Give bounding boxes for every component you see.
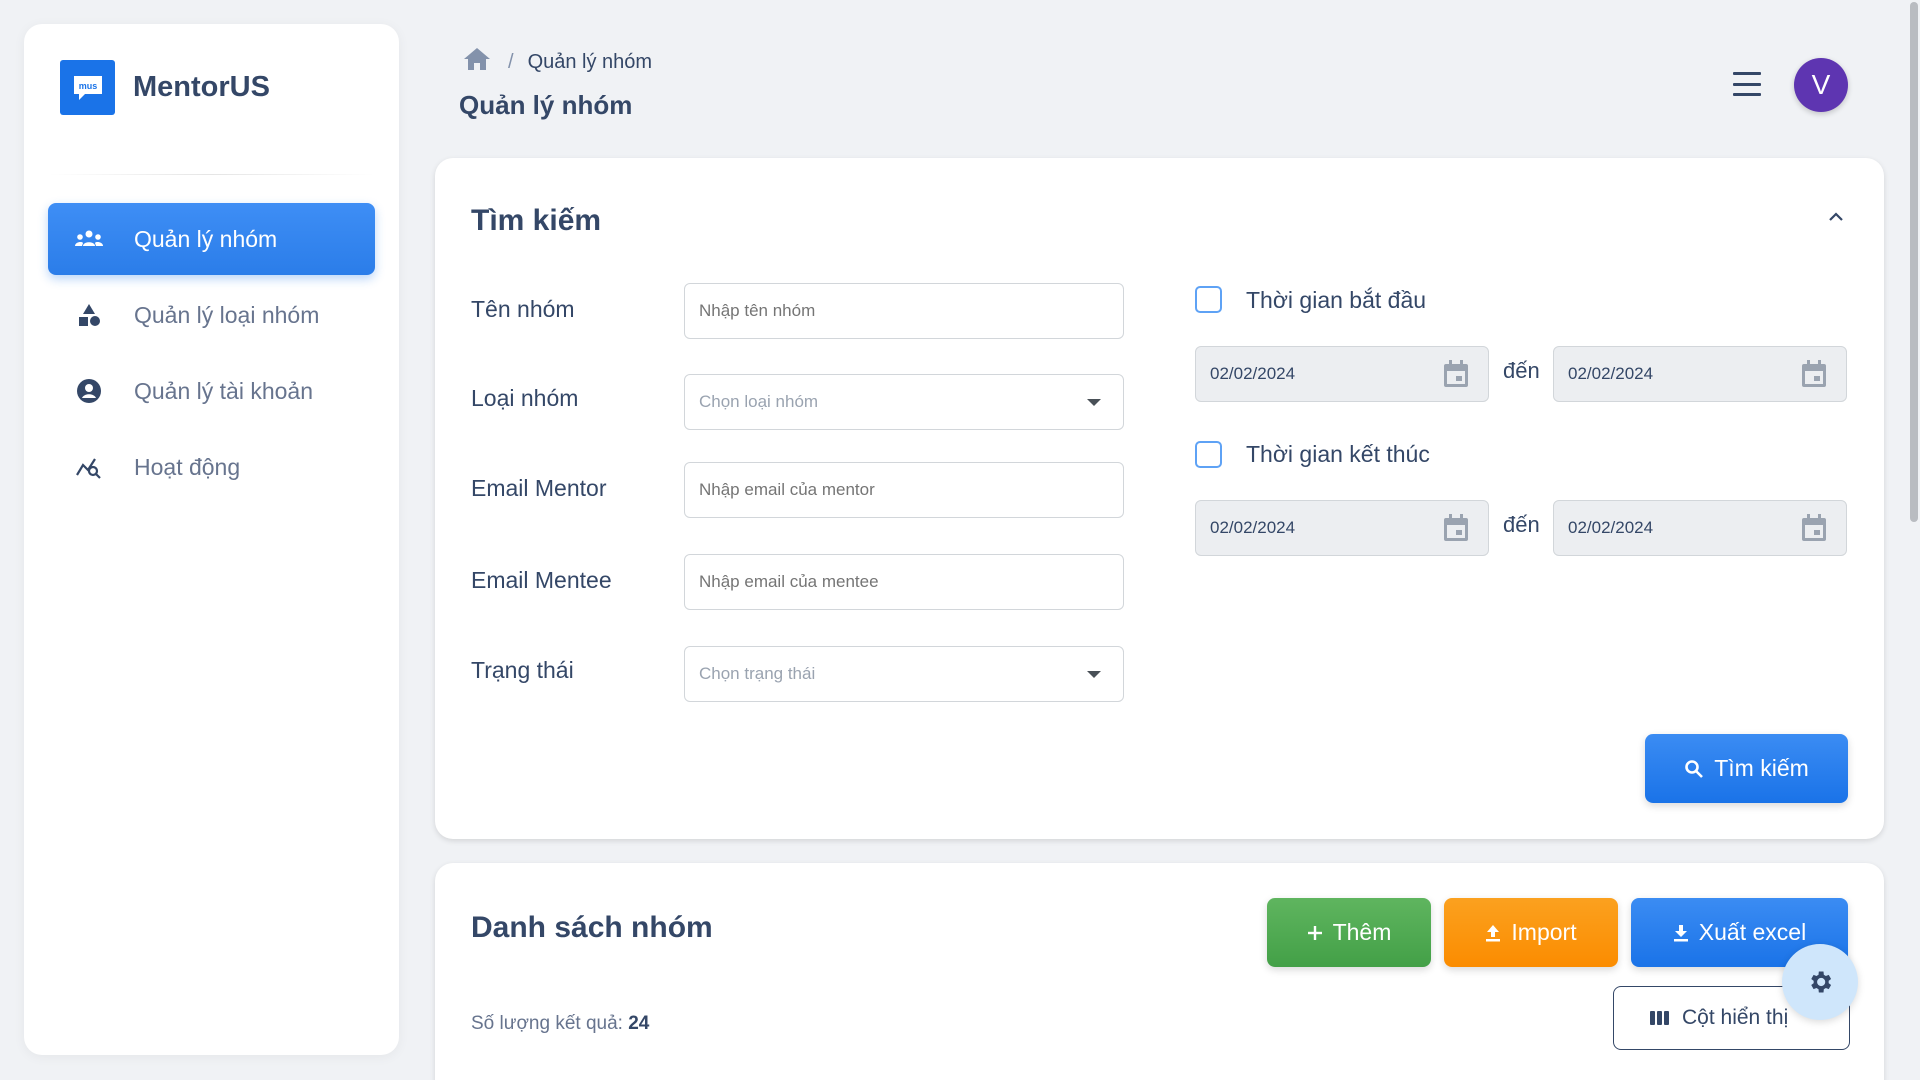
start-time-checkbox[interactable] [1195,286,1222,313]
page-title: Quản lý nhóm [459,90,633,120]
export-excel-button-label: Xuất excel [1698,919,1807,945]
calendar-icon[interactable] [1800,513,1828,548]
calendar-icon[interactable] [1442,513,1470,548]
sidebar: mus MentorUS Quản lý nhóm Quản lý loại n… [24,24,399,1055]
breadcrumb: / Quản lý nhóm [462,46,652,78]
add-button[interactable]: Thêm [1267,898,1431,967]
sidebar-item-group-management[interactable]: Quản lý nhóm [48,203,375,275]
start-time-to-label: đến [1503,358,1540,383]
mentor-email-input[interactable] [684,462,1124,518]
group-type-label: Loại nhóm [471,385,579,411]
gear-icon [1806,968,1834,996]
start-time-label: Thời gian bắt đầu [1246,287,1427,313]
category-icon [72,298,106,332]
date-value: 02/02/2024 [1568,518,1654,537]
sidebar-item-group-type-management[interactable]: Quản lý loại nhóm [48,279,375,351]
sidebar-item-label: Quản lý tài khoản [134,377,314,404]
mentee-email-input[interactable] [684,554,1124,610]
status-label: Trạng thái [471,657,574,683]
end-time-to-label: đến [1503,512,1540,537]
sidebar-nav: Quản lý nhóm Quản lý loại nhóm Quản lý t… [48,203,375,507]
sidebar-item-account-management[interactable]: Quản lý tài khoản [48,355,375,427]
sidebar-item-activity[interactable]: Hoạt động [48,431,375,503]
scrollbar-thumb[interactable] [1910,2,1918,522]
plus-icon [1307,925,1323,941]
search-icon [1684,759,1704,779]
group-type-select[interactable]: Chọn loại nhóm [684,374,1124,430]
result-count-label: Số lượng kết quả: [471,1013,623,1034]
sidebar-item-label: Quản lý loại nhóm [134,301,320,328]
calendar-icon[interactable] [1800,359,1828,394]
group-name-input[interactable] [684,283,1124,339]
mentor-email-label: Email Mentor [471,475,607,501]
search-button[interactable]: Tìm kiếm [1645,734,1848,803]
date-value: 02/02/2024 [1210,364,1296,383]
group-type-placeholder: Chọn loại nhóm [699,392,819,411]
download-icon [1673,924,1689,942]
avatar[interactable]: V [1794,58,1848,112]
end-time-from-input[interactable]: 02/02/2024 [1195,500,1489,556]
brand-name: MentorUS [133,71,270,103]
breadcrumb-separator: / [508,50,514,73]
breadcrumb-current: Quản lý nhóm [527,50,653,73]
group-list-title: Danh sách nhóm [471,911,713,944]
chevron-up-icon[interactable] [1827,210,1845,228]
search-card-title: Tìm kiếm [471,204,602,237]
search-button-label: Tìm kiếm [1714,755,1809,781]
start-time-from-input[interactable]: 02/02/2024 [1195,346,1489,402]
search-card: Tìm kiếm Tên nhóm Loại nhóm Chọn loại nh… [435,158,1884,839]
end-time-checkbox[interactable] [1195,441,1222,468]
import-button[interactable]: Import [1444,898,1618,967]
group-list-card: Danh sách nhóm Thêm Import Xuất excel Số… [435,863,1884,1080]
svg-text:mus: mus [78,81,97,91]
column-visibility-label: Cột hiển thị [1682,1006,1789,1029]
status-select[interactable]: Chọn trạng thái [684,646,1124,702]
hamburger-menu-icon[interactable] [1733,72,1761,96]
date-value: 02/02/2024 [1568,364,1654,383]
account-circle-icon [72,374,106,408]
brand-logo-icon: mus [60,60,115,115]
activity-chart-icon [72,450,106,484]
group-name-label: Tên nhóm [471,296,575,322]
result-count: Số lượng kết quả: 24 [471,1013,649,1035]
status-placeholder: Chọn trạng thái [699,664,816,683]
dropdown-arrow-icon [1087,671,1101,678]
sidebar-divider [48,174,375,175]
mentee-email-label: Email Mentee [471,567,612,593]
calendar-icon[interactable] [1442,359,1470,394]
home-icon[interactable] [462,46,492,78]
import-button-label: Import [1511,919,1577,945]
sidebar-item-label: Hoạt động [134,453,241,480]
groups-icon [72,222,106,256]
start-time-to-input[interactable]: 02/02/2024 [1553,346,1847,402]
add-button-label: Thêm [1332,919,1392,945]
dropdown-arrow-icon [1087,399,1101,406]
date-value: 02/02/2024 [1210,518,1296,537]
settings-fab[interactable] [1782,944,1858,1020]
end-time-label: Thời gian kết thúc [1246,441,1430,467]
sidebar-item-label: Quản lý nhóm [134,225,278,252]
result-count-value: 24 [628,1013,650,1034]
upload-icon [1485,924,1501,942]
brand[interactable]: mus MentorUS [60,60,270,115]
view-column-icon [1650,1010,1670,1026]
end-time-to-input[interactable]: 02/02/2024 [1553,500,1847,556]
